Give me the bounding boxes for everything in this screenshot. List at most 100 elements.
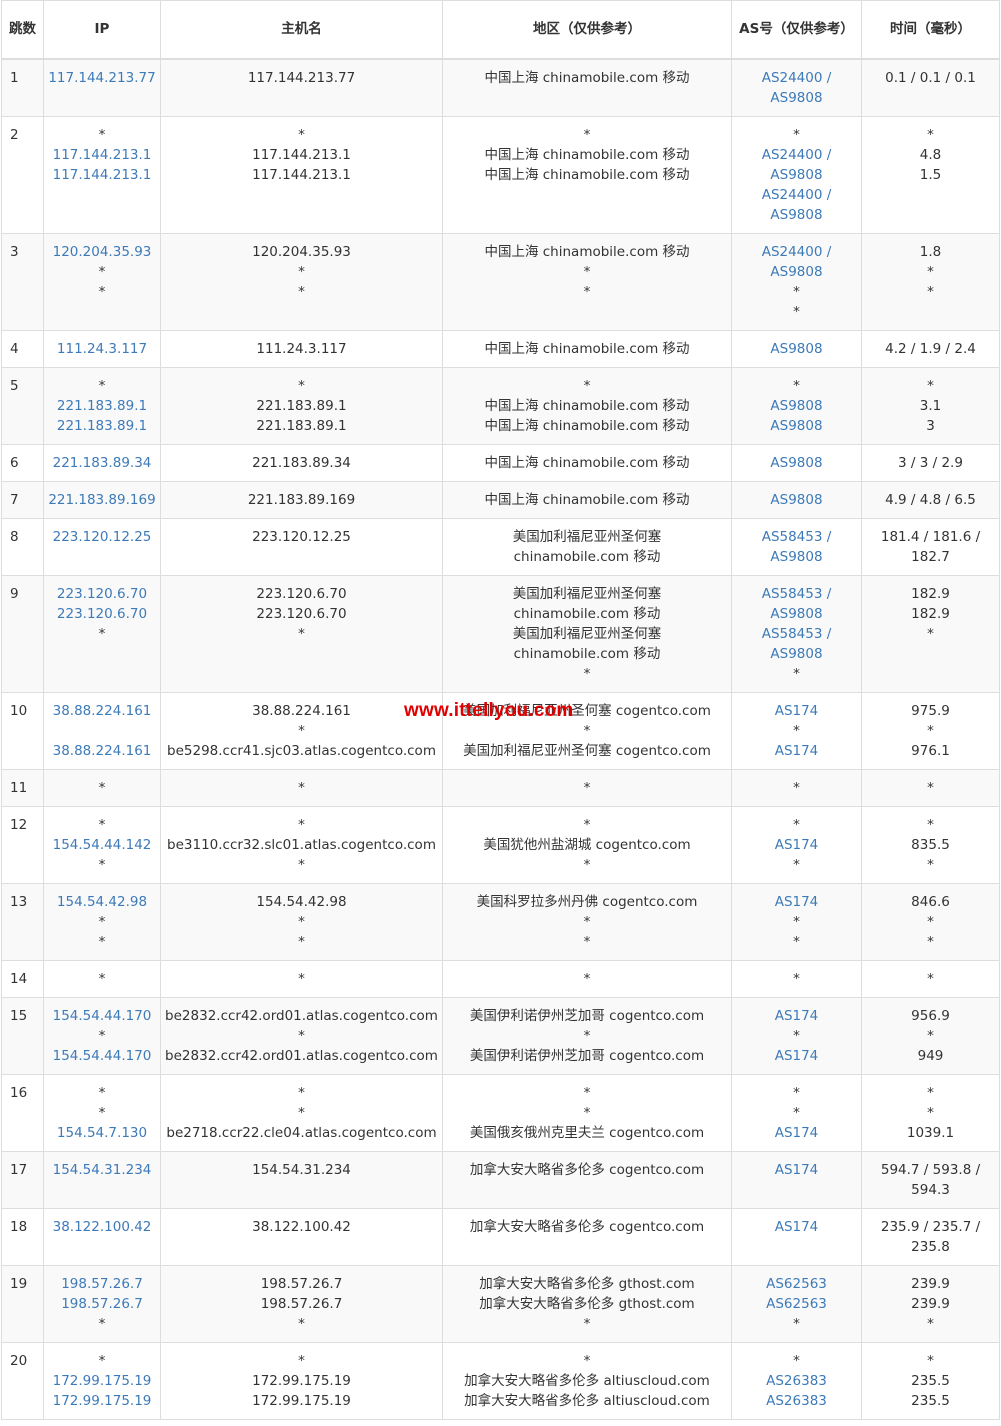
ip-link[interactable]: 221.183.89.1 bbox=[48, 416, 156, 436]
as-cell: AS24400 /AS9808 bbox=[731, 58, 862, 117]
ip-link[interactable]: 198.57.26.7 bbox=[48, 1274, 156, 1294]
as-link[interactable]: AS9808 bbox=[736, 416, 857, 436]
as-link[interactable]: AS9808 bbox=[736, 262, 857, 282]
as-link[interactable]: AS174 bbox=[736, 892, 857, 912]
as-link[interactable]: AS9808 bbox=[736, 547, 857, 567]
location-cell: 中国上海 chinamobile.com 移动 bbox=[442, 329, 732, 368]
location-cell: 美国科罗拉多州丹佛 cogentco.com * * bbox=[442, 882, 732, 961]
loc-line: chinamobile.com 移动 bbox=[513, 548, 661, 565]
ip-link[interactable]: 117.144.213.1 bbox=[48, 145, 156, 165]
as-link[interactable]: AS174 bbox=[736, 1160, 857, 1180]
time-line: 594.7 / 593.8 / bbox=[880, 1161, 981, 1178]
as-link[interactable]: AS174 bbox=[736, 741, 857, 761]
host-line: 198.57.26.7 bbox=[260, 1275, 343, 1292]
as-link[interactable]: AS58453 / bbox=[736, 527, 857, 547]
time-line: * bbox=[927, 1104, 934, 1121]
as-cell: AS174 bbox=[731, 1207, 862, 1266]
as-cell: * AS26383 AS26383 bbox=[731, 1341, 862, 1420]
as-link[interactable]: AS24400 / bbox=[736, 185, 857, 205]
as-link[interactable]: AS58453 / bbox=[736, 584, 857, 604]
ip-link[interactable]: 172.99.175.19 bbox=[48, 1371, 156, 1391]
table-row: 9 223.120.6.70 223.120.6.70 * 223.120.6.70 22… bbox=[1, 574, 1000, 693]
as-link[interactable]: AS58453 / bbox=[736, 624, 857, 644]
as-link[interactable]: AS24400 / bbox=[736, 145, 857, 165]
host-line: 38.88.224.161 bbox=[252, 702, 351, 719]
ip-link[interactable]: 38.88.224.161 bbox=[48, 741, 156, 761]
ip-link[interactable]: 221.183.89.1 bbox=[48, 396, 156, 416]
ip-link[interactable]: 154.54.42.98 bbox=[48, 892, 156, 912]
time-cell: * bbox=[861, 768, 1000, 807]
time-cell: 975.9 * 976.1 bbox=[861, 691, 1000, 770]
ip-link[interactable]: 221.183.89.34 bbox=[48, 453, 156, 473]
hostname-cell: 111.24.3.117 bbox=[160, 329, 443, 368]
as-link[interactable]: AS62563 bbox=[736, 1294, 857, 1314]
ip-link[interactable]: 154.54.31.234 bbox=[48, 1160, 156, 1180]
ip-link[interactable]: 223.120.12.25 bbox=[48, 527, 156, 547]
hop-number: 8 bbox=[1, 517, 44, 576]
ip-link[interactable]: 111.24.3.117 bbox=[48, 339, 156, 359]
as-link[interactable]: AS9808 bbox=[736, 205, 857, 225]
as-link[interactable]: AS24400 / bbox=[736, 68, 857, 88]
ip-link[interactable]: 223.120.6.70 bbox=[48, 584, 156, 604]
ip-link[interactable]: 154.54.44.142 bbox=[48, 835, 156, 855]
ip-cell: * 221.183.89.1 221.183.89.1 bbox=[43, 366, 161, 445]
ip-link[interactable]: 38.122.100.42 bbox=[48, 1217, 156, 1237]
ip-link[interactable]: 154.54.7.130 bbox=[48, 1123, 156, 1143]
ip-cell: 154.54.42.98 * * bbox=[43, 882, 161, 961]
time-line: * bbox=[927, 1352, 934, 1369]
as-cell: * AS9808 AS9808 bbox=[731, 366, 862, 445]
loc-line: 美国俄亥俄州克里夫兰 cogentco.com bbox=[469, 1124, 705, 1141]
as-link[interactable]: AS9808 bbox=[736, 604, 857, 624]
as-link[interactable]: AS9808 bbox=[736, 396, 857, 416]
host-line: * bbox=[298, 126, 305, 143]
as-link[interactable]: AS174 bbox=[736, 1123, 857, 1143]
as-link[interactable]: AS9808 bbox=[736, 644, 857, 664]
as-link[interactable]: AS9808 bbox=[736, 453, 857, 473]
as-link[interactable]: AS9808 bbox=[736, 339, 857, 359]
ip-link[interactable]: 120.204.35.93 bbox=[48, 242, 156, 262]
as-link: * bbox=[793, 779, 800, 796]
time-cell: * 835.5 * bbox=[861, 805, 1000, 884]
ip-link[interactable]: 117.144.213.1 bbox=[48, 165, 156, 185]
ip-link[interactable]: 38.88.224.161 bbox=[48, 701, 156, 721]
as-link[interactable]: AS9808 bbox=[736, 165, 857, 185]
as-link[interactable]: AS174 bbox=[736, 835, 857, 855]
as-link[interactable]: AS9808 bbox=[736, 88, 857, 108]
ip-link[interactable]: 154.54.44.170 bbox=[48, 1006, 156, 1026]
as-link: * bbox=[793, 283, 800, 300]
as-link[interactable]: AS24400 / bbox=[736, 242, 857, 262]
as-link[interactable]: AS62563 bbox=[736, 1274, 857, 1294]
ip-link[interactable]: 223.120.6.70 bbox=[48, 604, 156, 624]
time-line: * bbox=[927, 126, 934, 143]
loc-line: 中国上海 chinamobile.com 移动 bbox=[484, 491, 690, 508]
location-cell: 美国加利福尼亚州圣何塞 chinamobile.com 移动 bbox=[442, 517, 732, 576]
hostname-cell: 198.57.26.7 198.57.26.7 * bbox=[160, 1264, 443, 1343]
time-line: 975.9 bbox=[911, 702, 950, 719]
loc-line: 加拿大安大略省多伦多 altiuscloud.com bbox=[464, 1392, 710, 1409]
ip-link[interactable]: 198.57.26.7 bbox=[48, 1294, 156, 1314]
as-link[interactable]: AS174 bbox=[736, 1006, 857, 1026]
loc-line: 美国加利福尼亚州圣何塞 bbox=[512, 625, 662, 642]
as-link[interactable]: AS26383 bbox=[736, 1371, 857, 1391]
ip-link[interactable]: 154.54.44.170 bbox=[48, 1046, 156, 1066]
loc-line: * bbox=[583, 1027, 591, 1044]
as-link[interactable]: AS174 bbox=[736, 1046, 857, 1066]
as-link[interactable]: AS9808 bbox=[736, 490, 857, 510]
hostname-cell: * bbox=[160, 959, 443, 998]
hostname-cell: be2832.ccr42.ord01.atlas.cogentco.com * be… bbox=[160, 996, 443, 1075]
as-link[interactable]: AS26383 bbox=[736, 1391, 857, 1411]
location-cell: 加拿大安大略省多伦多 cogentco.com bbox=[442, 1150, 732, 1209]
time-cell: 182.9 182.9 * bbox=[861, 574, 1000, 693]
as-link[interactable]: AS174 bbox=[736, 701, 857, 721]
as-cell: AS174 * AS174 bbox=[731, 996, 862, 1075]
ip-link[interactable]: 117.144.213.77 bbox=[48, 68, 156, 88]
host-line: 117.144.213.1 bbox=[252, 146, 351, 163]
table-row: 2 * 117.144.213.1 117.144.213.1 * 117.144.213… bbox=[1, 115, 1000, 234]
ip-link[interactable]: 172.99.175.19 bbox=[48, 1391, 156, 1411]
as-link[interactable]: AS174 bbox=[736, 1217, 857, 1237]
as-cell: * AS24400 /AS9808 AS24400 /AS9808 bbox=[731, 115, 862, 234]
ip-link[interactable]: 221.183.89.169 bbox=[48, 490, 156, 510]
hop-number: 10 bbox=[1, 691, 44, 770]
hop-number: 7 bbox=[1, 480, 44, 519]
hostname-cell: 120.204.35.93 * * bbox=[160, 232, 443, 331]
